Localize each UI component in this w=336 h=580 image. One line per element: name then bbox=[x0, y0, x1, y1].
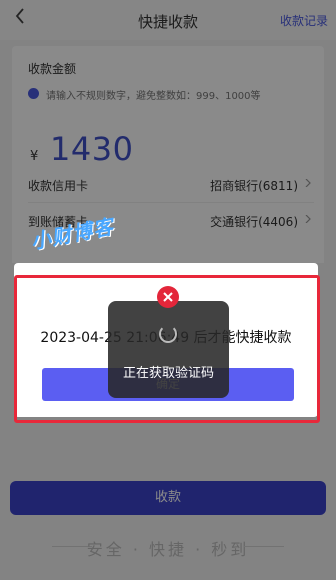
loading-spinner-icon bbox=[159, 325, 177, 343]
loading-toast: 正在获取验证码 bbox=[108, 301, 229, 398]
toast-text: 正在获取验证码 bbox=[122, 366, 214, 381]
close-icon[interactable] bbox=[157, 286, 179, 308]
